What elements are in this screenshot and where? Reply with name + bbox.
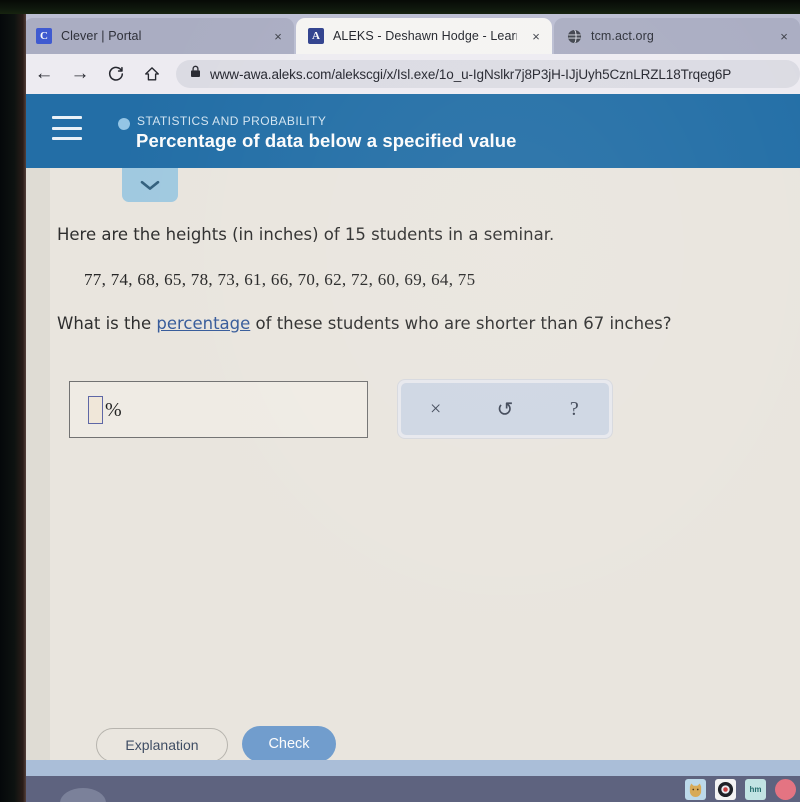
answer-blank-field[interactable] <box>88 396 103 424</box>
taskbar-glare <box>60 788 106 802</box>
browser-tab-clever[interactable]: C Clever | Portal × <box>24 18 294 54</box>
question-data-values: 77, 74, 68, 65, 78, 73, 61, 66, 70, 62, … <box>84 270 476 289</box>
aleks-icon: A <box>308 28 324 44</box>
tab-close-icon[interactable]: × <box>774 29 788 44</box>
forward-icon[interactable]: → <box>62 54 98 94</box>
math-toolbar-inner: × ↺ ? <box>401 383 609 435</box>
teal-app-icon[interactable]: hm <box>745 778 766 800</box>
url-text: www-awa.aleks.com/alekscgi/x/Isl.exe/1o_… <box>210 66 732 82</box>
answer-input-content: % <box>88 396 122 424</box>
browser-tab-strip: C Clever | Portal × A ALEKS - Deshawn Ho… <box>24 12 800 54</box>
topic-label: STATISTICS AND PROBABILITY <box>137 114 327 128</box>
question-text: What is the percentage of these students… <box>57 314 672 333</box>
chevron-down-icon <box>139 179 161 192</box>
browser-tab-title: tcm.act.org <box>591 29 654 43</box>
question-prefix: What is the <box>57 314 157 333</box>
percentage-glossary-link[interactable]: percentage <box>156 314 250 333</box>
check-button[interactable]: Check <box>242 726 336 762</box>
screen-bezel-top <box>0 0 800 14</box>
photo-frame: C Clever | Portal × A ALEKS - Deshawn Ho… <box>0 0 800 802</box>
window-bottom-band <box>24 760 800 776</box>
taskbar-icon-group: hm <box>685 777 796 801</box>
help-button[interactable]: ? <box>552 383 596 435</box>
hamburger-menu-icon[interactable] <box>52 116 82 140</box>
clear-button[interactable]: × <box>414 383 458 435</box>
screen-bezel-left <box>0 0 26 802</box>
browser-tab-title: ALEKS - Deshawn Hodge - Learn <box>333 29 518 43</box>
browser-address-bar: ← → www-awa.aleks.com/alekscgi/x/Isl.exe… <box>24 54 800 94</box>
question-panel: Here are the heights (in inches) of 15 s… <box>24 168 800 762</box>
answer-input[interactable]: % <box>69 381 368 438</box>
pink-circle-icon[interactable] <box>775 778 796 800</box>
browser-tab-title: Clever | Portal <box>61 29 142 43</box>
tab-close-icon[interactable]: × <box>526 29 540 44</box>
os-taskbar: hm <box>24 776 800 802</box>
lock-icon <box>190 65 201 83</box>
math-toolbar: × ↺ ? <box>397 379 613 439</box>
topic-badge-icon <box>118 118 130 130</box>
collapse-panel-button[interactable] <box>122 168 178 202</box>
cat-photo-icon[interactable] <box>685 778 706 800</box>
left-rail <box>24 168 50 760</box>
dark-logo-icon[interactable] <box>715 778 736 800</box>
explanation-button[interactable]: Explanation <box>96 728 228 762</box>
question-suffix: of these students who are shorter than 6… <box>250 314 672 333</box>
undo-button[interactable]: ↺ <box>483 383 527 435</box>
back-icon[interactable]: ← <box>26 54 62 94</box>
home-icon[interactable] <box>134 54 170 94</box>
screen-area: C Clever | Portal × A ALEKS - Deshawn Ho… <box>24 12 800 802</box>
page-title: Percentage of data below a specified val… <box>136 130 517 151</box>
aleks-header: STATISTICS AND PROBABILITY Percentage of… <box>24 94 800 168</box>
globe-icon <box>566 28 582 44</box>
tab-close-icon[interactable]: × <box>268 29 282 44</box>
browser-tab-aleks[interactable]: A ALEKS - Deshawn Hodge - Learn × <box>296 18 552 54</box>
question-prompt: Here are the heights (in inches) of 15 s… <box>57 225 555 244</box>
percent-unit-label: % <box>105 398 122 421</box>
reload-icon[interactable] <box>98 54 134 94</box>
browser-tab-tcm[interactable]: tcm.act.org × <box>554 18 800 54</box>
clever-icon: C <box>36 28 52 44</box>
url-input[interactable]: www-awa.aleks.com/alekscgi/x/Isl.exe/1o_… <box>176 60 800 88</box>
